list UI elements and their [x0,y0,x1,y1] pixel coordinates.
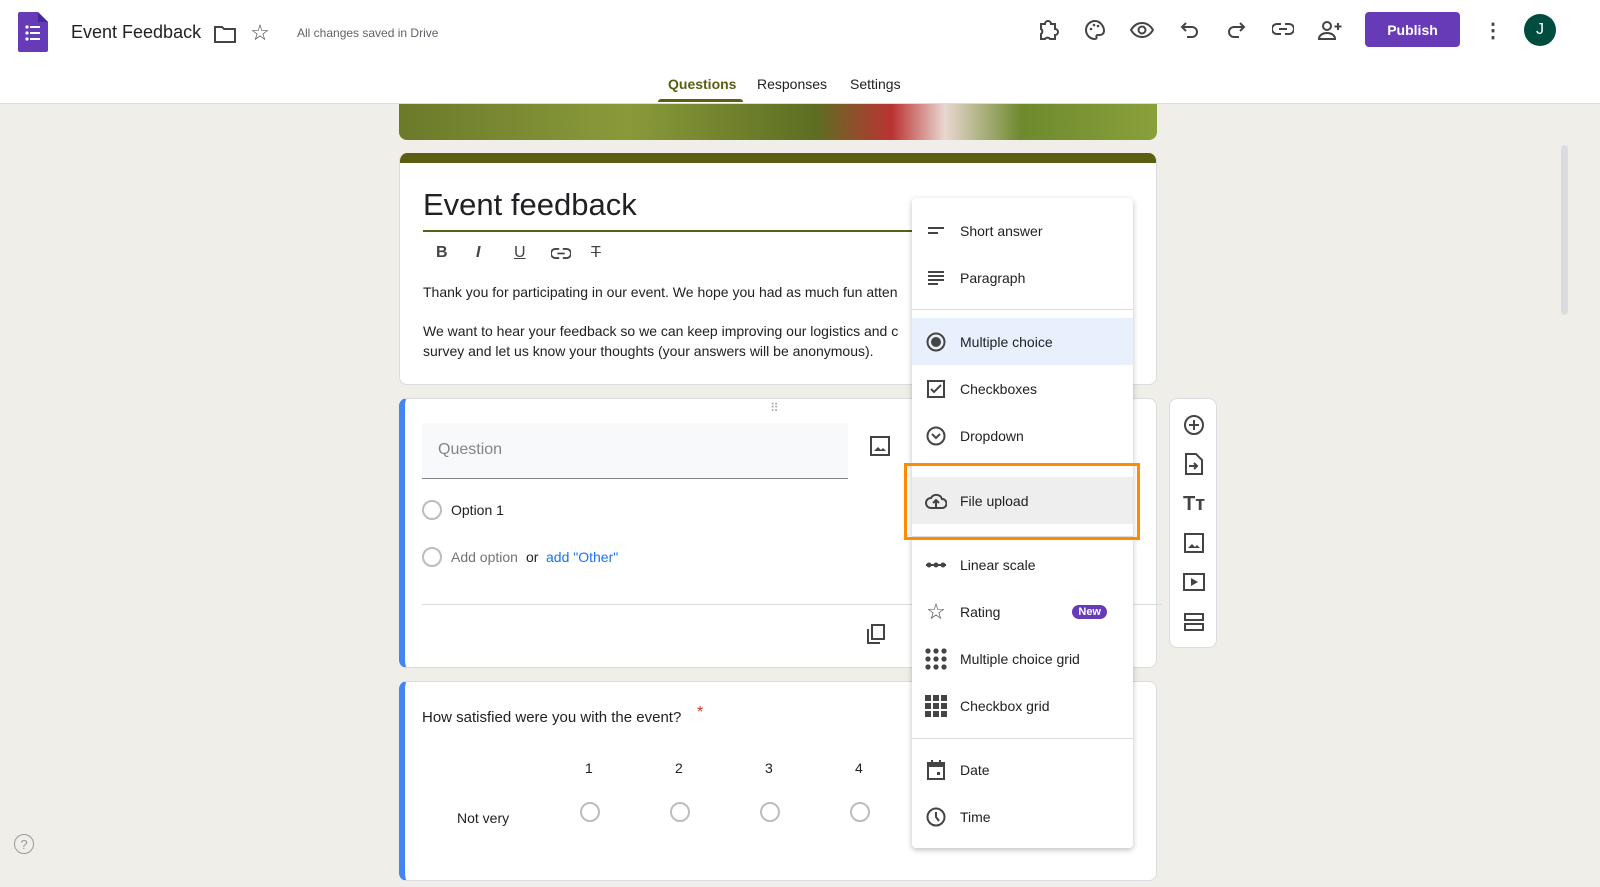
scale-label: 4 [855,760,863,776]
menu-separator [912,738,1133,739]
menu-item-label: Multiple choice grid [960,651,1080,667]
account-avatar[interactable]: J [1524,14,1556,46]
bold-icon[interactable]: B [436,244,448,262]
menu-separator [912,309,1133,310]
dropdown-icon [924,424,948,448]
redo-icon[interactable] [1224,18,1248,42]
menu-item-label: Dropdown [960,428,1024,444]
menu-item-label: Short answer [960,223,1042,239]
menu-item-checkboxes[interactable]: Checkboxes [912,365,1133,412]
option-radio [422,500,442,520]
form-description-line: survey and let us know your thoughts (yo… [423,343,874,359]
form-title[interactable]: Event feedback [423,187,637,223]
scale-radio[interactable] [760,802,780,822]
menu-item-label: Checkboxes [960,381,1037,397]
square-grid-icon [924,694,948,718]
dots-grid-icon [924,647,948,671]
highlight-box [904,463,1140,540]
document-title[interactable]: Event Feedback [71,22,201,43]
scale-radio[interactable] [580,802,600,822]
new-badge: New [1072,605,1107,619]
italic-icon[interactable]: I [476,244,480,262]
form-description-line: We want to hear your feedback so we can … [423,323,898,339]
add-collaborator-icon[interactable] [1318,18,1342,42]
add-image-icon[interactable] [1182,531,1206,555]
radio-icon [924,330,948,354]
preview-eye-icon[interactable] [1130,18,1154,42]
tab-questions[interactable]: Questions [668,76,736,92]
menu-item-short-answer[interactable]: Short answer [912,207,1133,254]
app-header: Event Feedback ☆ All changes saved in Dr… [0,0,1600,104]
palette-icon[interactable] [1083,18,1107,42]
undo-icon[interactable] [1178,18,1202,42]
forms-logo-icon[interactable] [18,12,48,52]
link-icon[interactable] [1271,17,1295,41]
scale-label: 3 [765,760,773,776]
add-image-icon[interactable] [870,436,890,456]
help-icon[interactable]: ? [14,834,34,854]
paragraph-icon [924,266,948,290]
or-text: or [526,549,538,565]
star-icon: ☆ [924,600,948,624]
menu-item-rating[interactable]: ☆ Rating New [912,588,1133,635]
required-asterisk: * [697,704,703,722]
tab-settings[interactable]: Settings [850,76,901,92]
title-underline [423,230,923,232]
clock-icon [924,805,948,829]
scrollbar[interactable] [1561,145,1568,315]
form-description-line: Thank you for participating in our event… [423,284,897,300]
question-title: How satisfied were you with the event? [422,709,681,726]
menu-item-date[interactable]: Date [912,746,1133,793]
folder-icon[interactable] [213,22,237,46]
menu-item-label: Multiple choice [960,334,1053,350]
add-option-radio [422,547,442,567]
theme-bar [400,153,1157,163]
menu-item-label: Date [960,762,990,778]
import-questions-icon[interactable] [1182,452,1206,476]
menu-item-label: Linear scale [960,557,1036,573]
menu-item-checkbox-grid[interactable]: Checkbox grid [912,682,1133,729]
more-vert-icon[interactable]: ⋮ [1481,18,1505,42]
row-label: Not very [457,810,509,826]
add-section-icon[interactable] [1182,610,1206,634]
calendar-icon [924,758,948,782]
menu-item-label: Time [960,809,991,825]
scale-radio[interactable] [850,802,870,822]
menu-item-label: Paragraph [960,270,1025,286]
tab-responses[interactable]: Responses [757,76,827,92]
addons-puzzle-icon[interactable] [1036,18,1060,42]
menu-item-multiple-choice-grid[interactable]: Multiple choice grid [912,635,1133,682]
scale-radio[interactable] [670,802,690,822]
duplicate-icon[interactable] [867,624,885,644]
menu-item-label: Checkbox grid [960,698,1050,714]
add-other-link[interactable]: add "Other" [546,549,618,565]
save-status: All changes saved in Drive [297,26,438,40]
floating-toolbar: Tт [1169,398,1217,648]
short-answer-icon [924,219,948,243]
add-title-icon[interactable]: Tт [1182,492,1206,516]
menu-item-multiple-choice[interactable]: Multiple choice [912,318,1133,365]
publish-button[interactable]: Publish [1365,12,1460,47]
linear-scale-icon [924,553,948,577]
clear-formatting-icon[interactable]: T [591,244,601,262]
underline-icon[interactable]: U [514,244,526,262]
menu-item-label: Rating [960,604,1000,620]
add-video-icon[interactable] [1182,570,1206,594]
scale-label: 1 [585,760,593,776]
add-question-icon[interactable] [1182,413,1206,437]
drag-handle-icon[interactable]: ⠿ [770,401,780,415]
link-format-icon[interactable] [551,248,571,259]
menu-item-dropdown[interactable]: Dropdown [912,412,1133,459]
add-option-button[interactable]: Add option [451,549,518,565]
active-tab-indicator [658,99,743,102]
option-1-label[interactable]: Option 1 [451,502,504,518]
menu-item-time[interactable]: Time [912,793,1133,840]
question-title-input[interactable]: Question [422,423,848,479]
menu-item-linear-scale[interactable]: Linear scale [912,541,1133,588]
star-icon[interactable]: ☆ [248,21,272,45]
scale-label: 2 [675,760,683,776]
menu-item-paragraph[interactable]: Paragraph [912,254,1133,301]
checkbox-icon [924,377,948,401]
